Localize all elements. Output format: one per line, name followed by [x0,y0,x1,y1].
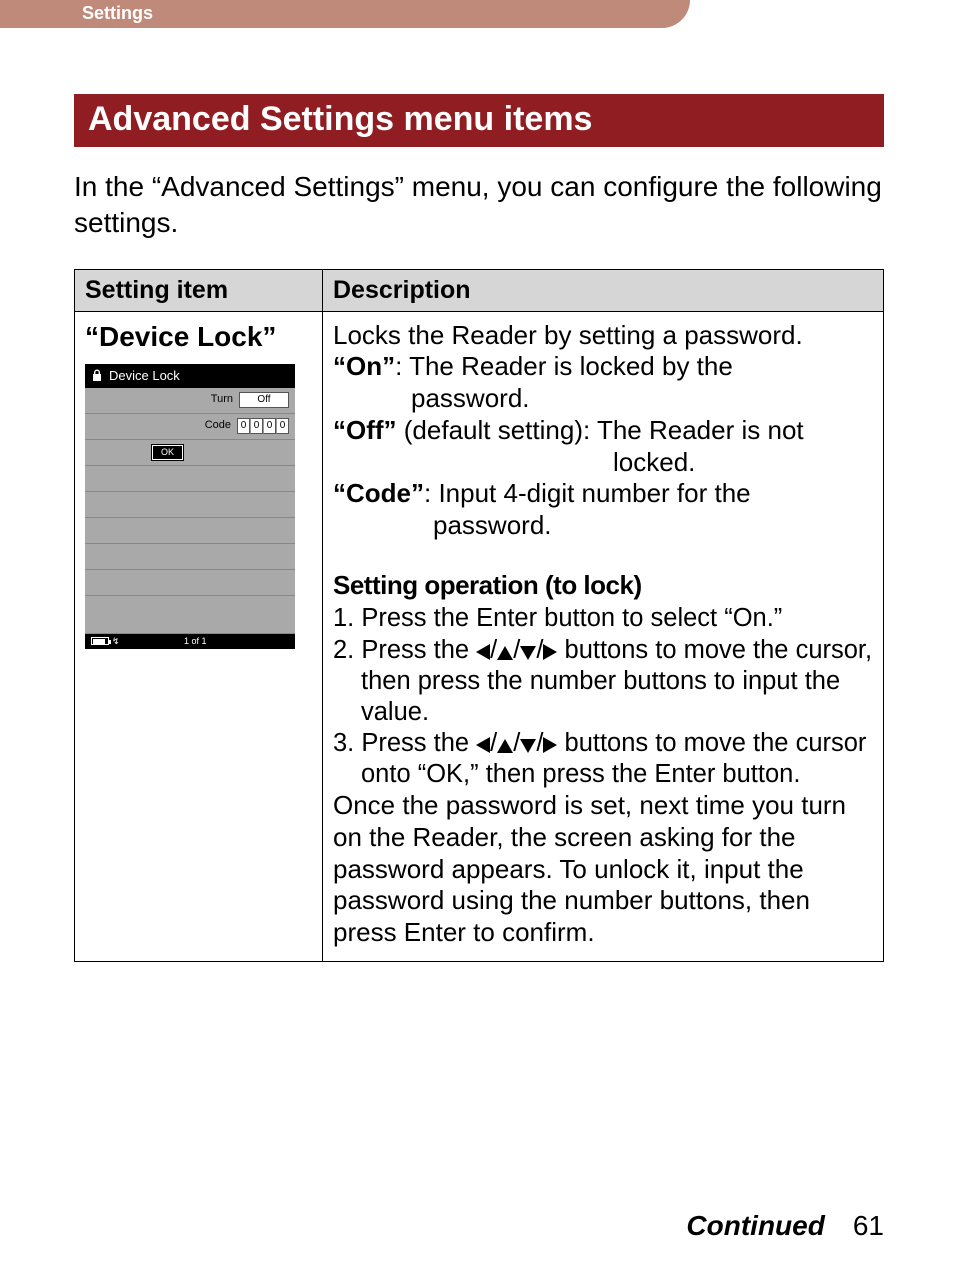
screenshot-row-empty [85,492,295,518]
page-number: 61 [853,1210,884,1241]
page-content: Advanced Settings menu items In the “Adv… [74,94,884,962]
step-2: 2. Press the /// buttons to move the cur… [333,635,873,728]
arrow-right-icon [543,644,557,660]
header-tab: Settings [0,0,690,28]
lock-icon [91,369,103,382]
cell-setting-item: “Device Lock” Device Lock Turn Off [75,311,323,961]
arrow-left-icon [476,644,490,660]
arrow-down-icon [520,739,536,753]
desc-off-text: (default setting): The Reader is not [397,415,804,445]
step-1: 1. Press the Enter button to select “On.… [333,603,873,634]
header-section-label: Settings [0,0,690,24]
screenshot-turn-value: Off [239,392,289,408]
sync-icon: ↯ [112,636,120,647]
setting-name-device-lock: “Device Lock” [85,320,312,354]
screenshot-footer: ↯ 1 of 1 [85,634,295,649]
screenshot-row-empty [85,570,295,596]
operation-heading: Setting operation (to lock) [333,570,873,602]
arrow-down-icon [520,646,536,660]
screenshot-turn-label: Turn [211,393,233,406]
page-title: Advanced Settings menu items [74,94,884,147]
desc-code-text2: password. [333,510,873,542]
device-lock-screenshot: Device Lock Turn Off Code 0 [85,364,295,649]
screenshot-row-code: Code 0 0 0 0 [85,414,295,440]
cell-description: Locks the Reader by setting a password. … [323,311,884,961]
screenshot-code-digit: 0 [237,418,250,434]
desc-on-text2: password. [333,383,873,415]
page-footer: Continued 61 [686,1210,884,1242]
arrow-up-icon [497,646,513,660]
operation-steps: 1. Press the Enter button to select “On.… [333,603,873,790]
intro-text: In the “Advanced Settings” menu, you can… [74,169,884,241]
screenshot-code-digit: 0 [250,418,263,434]
screenshot-row-empty [85,596,295,634]
desc-line1: Locks the Reader by setting a password. [333,320,873,352]
continued-label: Continued [686,1210,824,1241]
desc-on-text: : The Reader is locked by the [395,351,733,381]
battery-icon [91,637,109,645]
screenshot-row-turn: Turn Off [85,388,295,414]
arrow-up-icon [497,739,513,753]
desc-off-text2: locked. [333,447,873,479]
col-header-description: Description [323,269,884,311]
desc-code-label: “Code” [333,478,424,508]
desc-off-line: “Off” (default setting): The Reader is n… [333,415,873,447]
screenshot-title-bar: Device Lock [85,364,295,388]
desc-after-text: Once the password is set, next time you … [333,790,873,949]
desc-code-line: “Code”: Input 4-digit number for the [333,478,873,510]
desc-on-label: “On” [333,351,395,381]
screenshot-code-digit: 0 [263,418,276,434]
desc-on-line: “On”: The Reader is locked by the [333,351,873,383]
screenshot-row-empty [85,466,295,492]
screenshot-code-digit: 0 [276,418,289,434]
col-header-setting-item: Setting item [75,269,323,311]
desc-code-text: : Input 4-digit number for the [424,478,751,508]
screenshot-row-ok: OK [85,440,295,466]
screenshot-title-text: Device Lock [109,368,180,384]
screenshot-row-empty [85,544,295,570]
screenshot-page-indicator: 1 of 1 [184,636,207,647]
screenshot-ok-button: OK [152,445,183,460]
arrow-left-icon [476,737,490,753]
desc-off-label: “Off” [333,415,397,445]
screenshot-row-empty [85,518,295,544]
step-3: 3. Press the /// buttons to move the cur… [333,728,873,790]
settings-table: Setting item Description “Device Lock” D… [74,269,884,962]
arrow-right-icon [543,737,557,753]
screenshot-code-label: Code [205,419,231,432]
